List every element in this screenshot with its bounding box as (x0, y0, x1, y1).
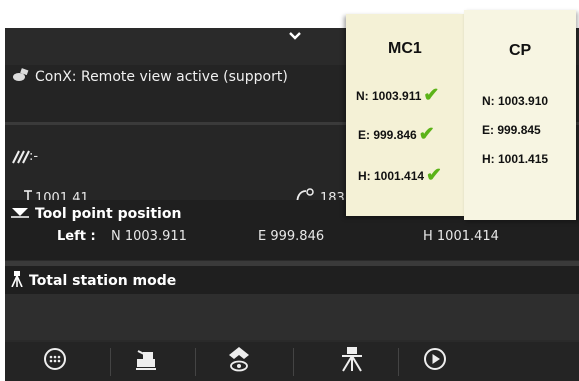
cp-h: H: 1001.415 (482, 152, 549, 166)
empty-area (5, 294, 579, 340)
tripod-icon (11, 271, 23, 291)
tool-point-e: E 999.846 (258, 229, 325, 244)
check-icon: ✔ (426, 165, 442, 186)
tool-point-icon (11, 206, 29, 222)
mc1-header: MC1 (388, 40, 422, 57)
play-icon (423, 347, 447, 375)
mc1-h: H: 1001.414 (358, 168, 425, 183)
check-icon: ✔ (423, 85, 440, 106)
total-station-section[interactable]: Total station mode (5, 266, 579, 294)
total-station-header: Total station mode (11, 271, 176, 291)
mc1-page: MC1 N: 1003.911 ✔ E: 999.846 ✔ H: 1001.4… (346, 14, 464, 216)
collapse-chevron-icon[interactable] (288, 30, 302, 45)
toolbar-separator (110, 348, 111, 376)
slope-icon (11, 149, 31, 168)
total-station-button[interactable] (334, 346, 370, 376)
machine-button[interactable] (129, 346, 165, 376)
menu-icon (43, 347, 67, 375)
toolbar-separator (293, 348, 294, 376)
tool-point-h: H 1001.414 (423, 229, 499, 244)
mc1-n: N: 1003.911 (356, 88, 422, 103)
mc1-e-row: E: 999.846 ✔ (358, 125, 435, 144)
cp-e: E: 999.845 (482, 123, 541, 137)
tool-point-header: Tool point position (11, 206, 181, 222)
total-station-title: Total station mode (29, 273, 177, 289)
tool-point-title: Tool point position (35, 206, 182, 222)
menu-button[interactable] (37, 346, 73, 376)
slope-value: :- (29, 149, 39, 164)
status-text: ConX: Remote view active (support) (35, 69, 288, 85)
toolbar-separator (398, 348, 399, 376)
remote-satellite-icon (11, 67, 31, 87)
machine-icon (134, 347, 160, 375)
tool-point-side: Left : (57, 229, 96, 244)
cp-page: CP N: 1003.910 E: 999.845 H: 1001.415 (464, 10, 576, 220)
toolbar-separator (195, 348, 196, 376)
cp-header: CP (509, 42, 532, 59)
mc1-n-row: N: 1003.911 ✔ (356, 86, 439, 105)
cp-n: N: 1003.910 (482, 94, 549, 108)
play-button[interactable] (417, 346, 453, 376)
mc1-h-row: H: 1001.414 ✔ (358, 166, 442, 185)
check-icon: ✔ (418, 124, 435, 145)
tool-point-n: N 1003.911 (111, 229, 187, 244)
total-station-icon (340, 346, 364, 376)
mc1-e: E: 999.846 (358, 127, 417, 142)
coordinate-comparison-card: MC1 N: 1003.911 ✔ E: 999.846 ✔ H: 1001.4… (346, 10, 578, 220)
status-line: ConX: Remote view active (support) (11, 67, 288, 87)
remote-view-button[interactable] (221, 346, 257, 376)
remote-view-icon (226, 345, 252, 377)
bottom-toolbar (5, 342, 579, 381)
